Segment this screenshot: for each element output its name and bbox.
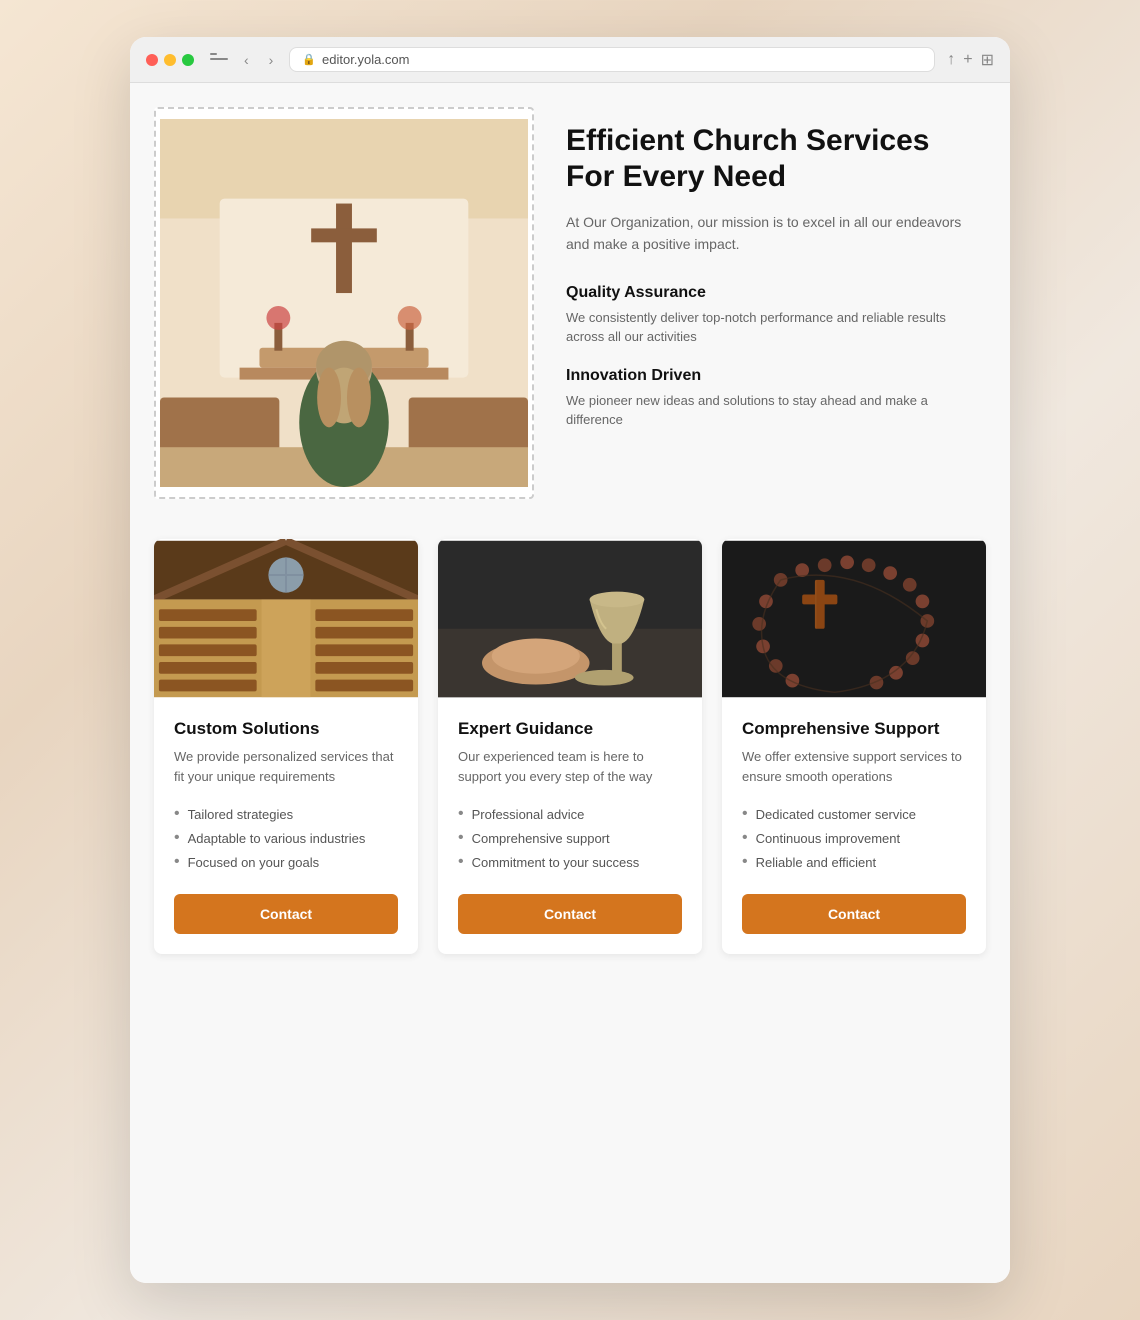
extensions-icon[interactable]: ⊞ bbox=[981, 50, 994, 70]
card-image-communion bbox=[438, 539, 702, 699]
browser-window: ‹ › 🔒 editor.yola.com ↑ + ⊞ bbox=[130, 37, 1010, 1283]
card-body-expert: Expert Guidance Our experienced team is … bbox=[438, 699, 702, 954]
hero-image-container bbox=[154, 107, 534, 499]
feature-quality: Quality Assurance We consistently delive… bbox=[566, 284, 986, 347]
hero-text: Efficient Church Services For Every Need… bbox=[566, 107, 986, 450]
lock-icon: 🔒 bbox=[302, 53, 316, 66]
url-text: editor.yola.com bbox=[322, 52, 409, 67]
list-item: Tailored strategies bbox=[174, 802, 398, 826]
card-image-pews bbox=[154, 539, 418, 699]
close-button[interactable] bbox=[146, 54, 158, 66]
feature-innovation-desc: We pioneer new ideas and solutions to st… bbox=[566, 391, 986, 430]
add-tab-icon[interactable]: + bbox=[963, 51, 972, 69]
hero-section: Efficient Church Services For Every Need… bbox=[154, 107, 986, 499]
feature-innovation-title: Innovation Driven bbox=[566, 367, 986, 385]
list-item: Professional advice bbox=[458, 802, 682, 826]
contact-button-expert[interactable]: Contact bbox=[458, 894, 682, 934]
hero-title: Efficient Church Services For Every Need bbox=[566, 123, 986, 195]
sidebar-toggle-icon[interactable] bbox=[210, 53, 228, 67]
feature-innovation: Innovation Driven We pioneer new ideas a… bbox=[566, 367, 986, 430]
hero-description: At Our Organization, our mission is to e… bbox=[566, 211, 986, 256]
list-item: Adaptable to various industries bbox=[174, 826, 398, 850]
list-item: Commitment to your success bbox=[458, 850, 682, 874]
feature-quality-title: Quality Assurance bbox=[566, 284, 986, 302]
card-list-custom: Tailored strategies Adaptable to various… bbox=[174, 802, 398, 874]
cards-section: Custom Solutions We provide personalized… bbox=[154, 539, 986, 954]
church-interior-svg bbox=[160, 113, 528, 493]
card-desc-custom: We provide personalized services that fi… bbox=[174, 747, 398, 786]
feature-quality-desc: We consistently deliver top-notch perfor… bbox=[566, 308, 986, 347]
communion-svg bbox=[438, 539, 702, 699]
minimize-button[interactable] bbox=[164, 54, 176, 66]
rosary-svg bbox=[722, 539, 986, 699]
traffic-lights bbox=[146, 54, 194, 66]
back-button[interactable]: ‹ bbox=[240, 50, 253, 70]
card-body-support: Comprehensive Support We offer extensive… bbox=[722, 699, 986, 954]
card-comprehensive-support: Comprehensive Support We offer extensive… bbox=[722, 539, 986, 954]
list-item: Continuous improvement bbox=[742, 826, 966, 850]
browser-actions: ↑ + ⊞ bbox=[947, 50, 994, 70]
card-title-expert: Expert Guidance bbox=[458, 719, 682, 739]
card-expert-guidance: Expert Guidance Our experienced team is … bbox=[438, 539, 702, 954]
list-item: Comprehensive support bbox=[458, 826, 682, 850]
card-custom-solutions: Custom Solutions We provide personalized… bbox=[154, 539, 418, 954]
card-title-custom: Custom Solutions bbox=[174, 719, 398, 739]
hero-image bbox=[160, 113, 528, 493]
list-item: Focused on your goals bbox=[174, 850, 398, 874]
card-desc-expert: Our experienced team is here to support … bbox=[458, 747, 682, 786]
maximize-button[interactable] bbox=[182, 54, 194, 66]
list-item: Reliable and efficient bbox=[742, 850, 966, 874]
share-icon[interactable]: ↑ bbox=[947, 51, 955, 69]
address-bar[interactable]: 🔒 editor.yola.com bbox=[289, 47, 935, 72]
pews-svg bbox=[154, 539, 418, 699]
card-image-rosary bbox=[722, 539, 986, 699]
browser-chrome: ‹ › 🔒 editor.yola.com ↑ + ⊞ bbox=[130, 37, 1010, 83]
list-item: Dedicated customer service bbox=[742, 802, 966, 826]
card-list-support: Dedicated customer service Continuous im… bbox=[742, 802, 966, 874]
card-desc-support: We offer extensive support services to e… bbox=[742, 747, 966, 786]
browser-content: Efficient Church Services For Every Need… bbox=[130, 83, 1010, 1283]
contact-button-support[interactable]: Contact bbox=[742, 894, 966, 934]
contact-button-custom[interactable]: Contact bbox=[174, 894, 398, 934]
card-list-expert: Professional advice Comprehensive suppor… bbox=[458, 802, 682, 874]
card-body-custom: Custom Solutions We provide personalized… bbox=[154, 699, 418, 954]
card-title-support: Comprehensive Support bbox=[742, 719, 966, 739]
forward-button[interactable]: › bbox=[265, 50, 278, 70]
